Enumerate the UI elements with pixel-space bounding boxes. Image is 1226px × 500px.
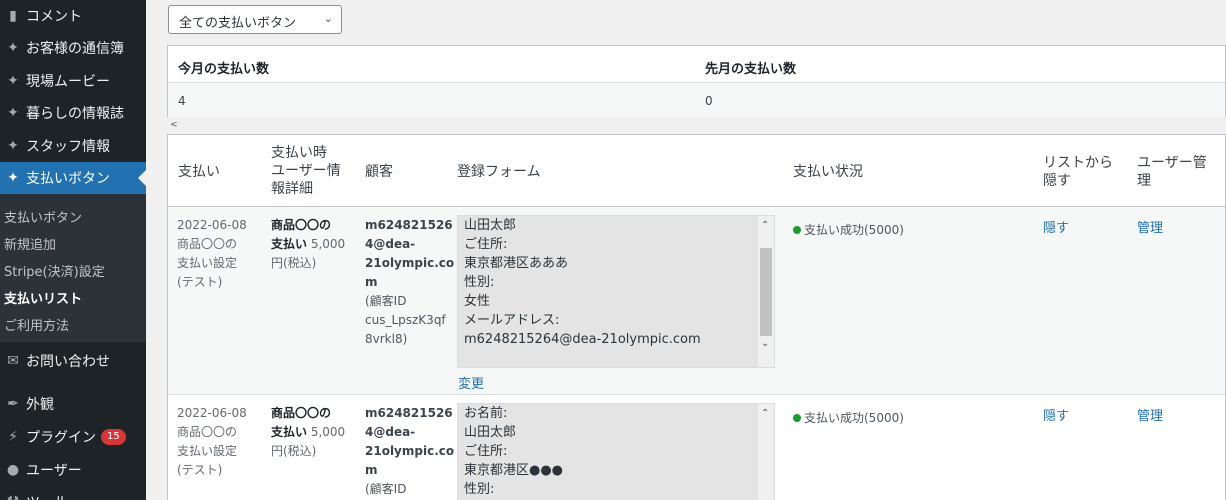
customer-cell: m624821526 4@dea- 21olympic.co m (顧客ID c…	[365, 216, 455, 349]
last-month-value: 0	[705, 94, 713, 108]
submenu-payment-button[interactable]: 支払いボタン	[4, 207, 82, 226]
payment-cell: 2022-06-08 商品〇〇の 支払い設定 (テスト)	[177, 216, 247, 292]
pin-icon: ✦	[7, 105, 19, 121]
scroll-up-icon[interactable]: ⌃	[761, 404, 769, 423]
menu-tools[interactable]: ⚒ ツール	[0, 486, 146, 500]
pin-icon: ✦	[7, 73, 19, 89]
submenu-stripe-settings[interactable]: Stripe(決済)設定	[4, 261, 105, 280]
admin-sidebar: ▮ コメント ✦ お客様の通信簿 ✦ 現場ムービー ✦ 暮らしの情報誌 ✦ スタ…	[0, 0, 146, 500]
scroll-up-icon[interactable]: ⌃	[761, 216, 769, 235]
payment-date: 2022-06-08	[177, 406, 247, 420]
menu-users[interactable]: ● ユーザー	[0, 454, 146, 486]
col-header-customer: 顧客	[365, 164, 393, 180]
payment-submenu: 支払いボタン 新規追加 Stripe(決済)設定 支払いリスト ご利用方法	[0, 194, 146, 342]
mail-icon: ✉	[7, 353, 19, 369]
col-header-payment: 支払い	[178, 164, 220, 180]
this-month-value: 4	[178, 94, 186, 108]
user-icon: ●	[6, 462, 20, 478]
user-info-cell: 商品〇〇の 支払い 5,000 円(税込)	[271, 404, 351, 461]
plugin-update-badge: 15	[101, 429, 126, 445]
menu-contact[interactable]: ✉ お問い合わせ	[0, 345, 146, 377]
registration-form-textarea[interactable]: 山田太郎 ご住所: 東京都港区あああ 性別: 女性 メールアドレス: m6248…	[457, 215, 775, 368]
change-link[interactable]: 変更	[458, 373, 484, 392]
submenu-payment-list[interactable]: 支払いリスト	[4, 288, 82, 307]
customer-cell: m624821526 4@dea- 21olympic.co m (顧客ID	[365, 404, 455, 499]
last-month-header: 先月の支払い数	[705, 62, 797, 77]
customer-email: m624821526 4@dea- 21olympic.co m	[365, 406, 455, 477]
col-header-hide: リストから 隠す	[1043, 155, 1113, 189]
payment-cell: 2022-06-08 商品〇〇の 支払い設定 (テスト)	[177, 404, 247, 480]
submenu-how-to-use[interactable]: ご利用方法	[4, 315, 69, 334]
success-dot-icon	[793, 414, 801, 422]
payment-status: 支払い成功(5000)	[793, 221, 904, 238]
hide-link[interactable]: 隠す	[1043, 217, 1069, 236]
user-info-cell: 商品〇〇の 支払い 5,000 円(税込)	[271, 216, 351, 273]
brush-icon: ✒	[7, 396, 19, 412]
scroll-down-icon[interactable]: ⌄	[761, 334, 769, 353]
scroll-left-indicator[interactable]: <	[170, 120, 178, 130]
col-header-status: 支払い状況	[793, 164, 863, 180]
tool-icon: ⚒	[0, 494, 26, 500]
this-month-header: 今月の支払い数	[178, 62, 270, 77]
success-dot-icon	[793, 226, 801, 234]
payment-date: 2022-06-08	[177, 218, 247, 232]
menu-payment-button[interactable]: ✦ 支払いボタン	[0, 162, 146, 194]
textarea-scrollbar[interactable]: ⌃ ⌄	[758, 216, 774, 367]
submenu-add-new[interactable]: 新規追加	[4, 234, 56, 253]
menu-customer-report[interactable]: ✦ お客様の通信簿	[0, 32, 146, 64]
payment-list-table: 支払い 支払い時 ユーザー情 報詳細 顧客 登録フォーム 支払い状況 リストから…	[167, 134, 1226, 500]
menu-appearance[interactable]: ✒ 外観	[0, 388, 146, 420]
pin-icon: ✦	[7, 138, 19, 154]
menu-site-movie[interactable]: ✦ 現場ムービー	[0, 65, 146, 97]
textarea-scrollbar[interactable]: ⌃	[758, 404, 774, 500]
payment-button-name: 商品〇〇の 支払い設定 (テスト)	[177, 425, 238, 477]
customer-id: (顧客ID	[365, 482, 407, 496]
pin-icon: ✦	[7, 40, 19, 56]
menu-living-magazine[interactable]: ✦ 暮らしの情報誌	[0, 97, 146, 129]
manage-link[interactable]: 管理	[1137, 217, 1163, 236]
customer-id: (顧客ID cus_LpszK3qf 8vrkl8)	[365, 294, 446, 346]
menu-staff-info[interactable]: ✦ スタッフ情報	[0, 130, 146, 162]
chevron-down-icon: ⌄	[323, 12, 333, 25]
payment-status: 支払い成功(5000)	[793, 409, 904, 426]
pin-icon: ✦	[7, 170, 19, 186]
stats-value-row: 4 0	[168, 82, 1225, 117]
col-header-user-info: 支払い時 ユーザー情 報詳細	[271, 145, 341, 197]
menu-comments[interactable]: ▮ コメント	[0, 0, 146, 32]
active-arrow	[138, 170, 146, 186]
manage-link[interactable]: 管理	[1137, 405, 1163, 424]
hide-link[interactable]: 隠す	[1043, 405, 1069, 424]
comment-icon: ▮	[9, 8, 17, 24]
menu-plugins[interactable]: ⚡ プラグイン 15	[0, 421, 146, 453]
payment-stats-table: 今月の支払い数 先月の支払い数 4 0	[167, 45, 1226, 117]
col-header-form: 登録フォーム	[457, 164, 541, 180]
col-header-manage: ユーザー管 理	[1137, 155, 1207, 189]
payment-button-filter-select[interactable]: 全ての支払いボタン ⌄	[168, 5, 342, 34]
payment-button-name: 商品〇〇の 支払い設定 (テスト)	[177, 237, 238, 289]
registration-form-textarea[interactable]: お名前: 山田太郎 ご住所: 東京都港区●●● 性別: ⌃	[457, 403, 775, 500]
plugin-icon: ⚡	[8, 429, 18, 445]
main-content: 全ての支払いボタン ⌄ 今月の支払い数 先月の支払い数 4 0 < 支払い 支払…	[146, 0, 1226, 500]
customer-email: m624821526 4@dea- 21olympic.co m	[365, 218, 455, 289]
